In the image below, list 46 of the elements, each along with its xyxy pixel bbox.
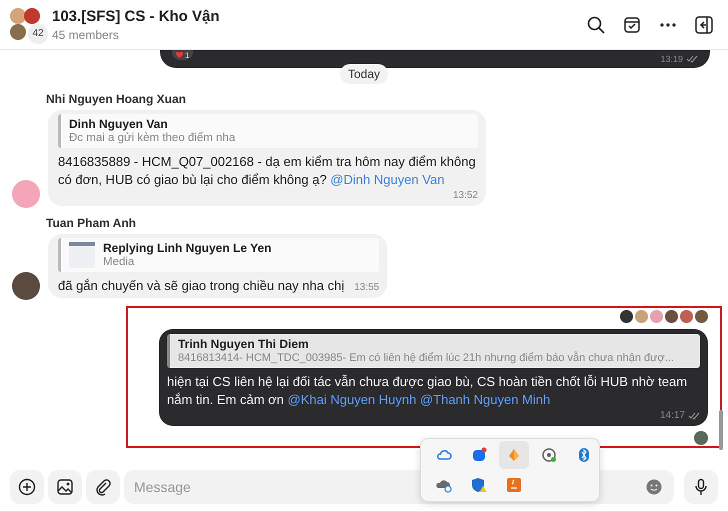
image-icon — [56, 478, 74, 496]
reply-quote[interactable]: Dinh Nguyen Van Đc mai a gửi kèm theo điểm nha — [58, 114, 478, 148]
reaction-badge[interactable]: 1 — [172, 50, 194, 60]
reply-quote[interactable]: Trinh Nguyen Thi Diem 8416813414- HCM_TDC_003985- Em có liên hệ điểm lúc 21h nhưng điểm báo vẫn chưa nhận đượ... — [167, 334, 700, 368]
scrollbar-thumb[interactable] — [719, 410, 723, 450]
message-time: 13:19 — [660, 54, 683, 64]
diamond-icon — [506, 447, 522, 463]
quote-text: 8416813414- HCM_TDC_003985- Em có liên hệ điểm lúc 21h nhưng điểm báo vẫn chưa nhận đượ... — [178, 351, 674, 365]
avatar[interactable] — [12, 272, 40, 300]
message-text: đã gắn chuyến và sẽ giao trong chiều nay nha chị — [58, 277, 344, 295]
sender-name: Nhi Nguyen Hoang Xuan — [46, 92, 188, 106]
message-text: hiện tại CS liên hệ lại đối tác vẫn chưa được giao bù, CS hoàn tiền chốt lỗi HUB nhờ team nắm tin. Em cảm ơn @Khai Nguyen Huynh @Thanh Nguyen Minh — [167, 373, 688, 409]
reply-quote[interactable]: Replying Linh Nguyen Le Yen Media — [58, 238, 380, 272]
coffee-app-icon — [506, 477, 522, 493]
chat-title: 103.[SFS] CS - Kho Vận — [52, 8, 221, 24]
message-time: 14:17 — [660, 409, 685, 423]
message-time: 13:55 — [354, 281, 380, 295]
search-icon[interactable] — [586, 14, 606, 34]
chat-app-icon — [471, 447, 487, 463]
quote-author: Trinh Nguyen Thi Diem — [178, 337, 310, 351]
message-time: 13:52 — [452, 189, 478, 203]
calendar-check-icon[interactable] — [622, 14, 642, 34]
member-count[interactable]: 45 members — [52, 28, 578, 42]
plus-icon — [18, 478, 36, 496]
quote-text: Media — [103, 255, 136, 269]
quote-author: Replying Linh Nguyen Le Yen — [103, 241, 272, 255]
quote-author: Dinh Nguyen Van — [69, 117, 169, 131]
shield-warning-icon — [471, 477, 487, 493]
member-count-badge: 42 — [28, 24, 48, 44]
sender-name: Tuan Pham Anh — [46, 216, 137, 230]
microphone-button[interactable] — [684, 470, 718, 504]
quote-text: Đc mai a gửi kèm theo điểm nha — [69, 131, 236, 145]
heart-icon — [176, 52, 183, 58]
side-panel-icon[interactable] — [694, 14, 714, 34]
date-divider: Today — [340, 64, 388, 84]
image-thumbnail — [69, 242, 95, 268]
cloud-icon — [436, 447, 452, 463]
avatar — [694, 431, 708, 445]
bluetooth-icon — [576, 447, 592, 463]
paperclip-icon — [94, 478, 112, 496]
emoji-icon[interactable] — [646, 478, 662, 494]
add-button[interactable] — [10, 470, 44, 504]
image-button[interactable] — [48, 470, 82, 504]
ring-icon — [541, 447, 557, 463]
message-text: 8416835889 - HCM_Q07_002168 - dạ em kiểm tra hôm nay điểm không có đơn, HUB có giao bù lại cho điểm không ạ? @Dinh Nguyen Van — [58, 153, 477, 189]
attach-button[interactable] — [86, 470, 120, 504]
